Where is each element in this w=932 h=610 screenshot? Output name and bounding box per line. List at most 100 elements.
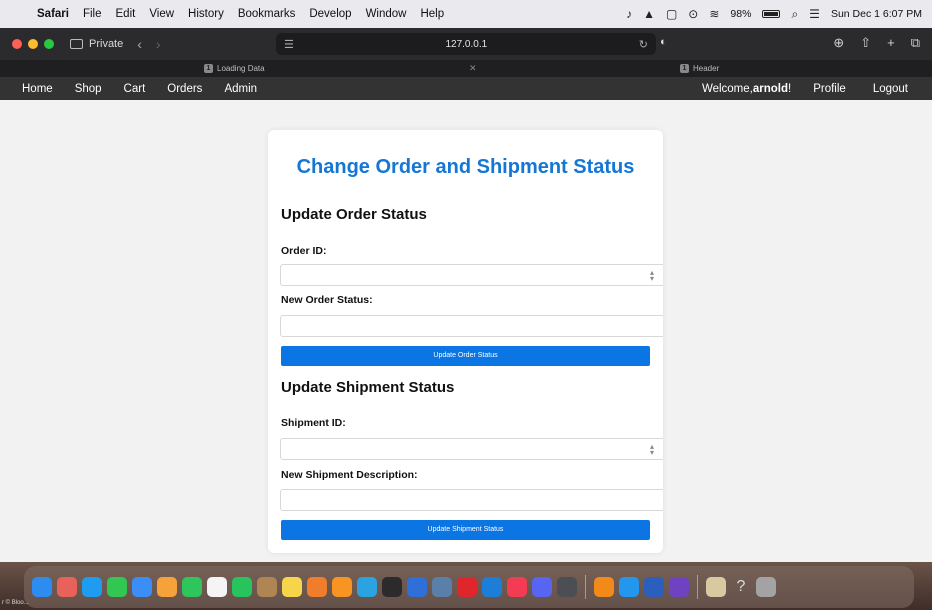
shipment-id-input[interactable]: ▴ ▾ [280, 438, 663, 460]
menu-file[interactable]: File [76, 8, 109, 20]
help-icon[interactable]: ? [731, 577, 751, 597]
nav-cart[interactable]: Cart [113, 83, 157, 95]
preview-icon[interactable] [706, 577, 726, 597]
sublime-icon[interactable] [332, 577, 352, 597]
browser-toolbar: Private ‹ › ☰ 127.0.0.1 ↻ ◐ ⊕ ⇧ + ⧉ [0, 28, 932, 60]
docker-icon[interactable] [619, 577, 639, 597]
chatgpt-icon[interactable] [382, 577, 402, 597]
mail-icon[interactable] [132, 577, 152, 597]
address-url: 127.0.0.1 [445, 38, 488, 50]
menu-safari[interactable]: Safari [30, 8, 76, 20]
battery-percent: 98% [730, 8, 752, 20]
play-icon[interactable]: ⊙ [688, 7, 698, 21]
close-window-button[interactable] [12, 39, 22, 49]
audio-icon[interactable]: ♪ [626, 7, 632, 21]
nav-admin[interactable]: Admin [213, 83, 268, 95]
photos-icon[interactable] [157, 577, 177, 597]
welcome-prefix: Welcome, [701, 82, 753, 95]
update-order-status-button[interactable]: Update Order Status [281, 346, 650, 366]
sidebar-icon [70, 39, 83, 49]
nav-orders[interactable]: Orders [156, 83, 213, 95]
dock-separator [585, 575, 586, 599]
site-navbar: Home Shop Cart Orders Admin Welcome,arno… [0, 77, 932, 100]
vlc-menu-icon[interactable]: ▲ [643, 7, 655, 21]
whatsapp-icon[interactable] [232, 577, 252, 597]
pasta-icon[interactable] [307, 577, 327, 597]
tab-overview-icon[interactable]: ⧉ [911, 35, 920, 51]
privacy-shield-icon[interactable]: ◐ [660, 36, 672, 50]
vlc-icon[interactable] [594, 577, 614, 597]
spotlight-search-icon[interactable]: ⌕ [791, 7, 798, 22]
word-icon[interactable] [644, 577, 664, 597]
order-section-heading: Update Order Status [281, 206, 427, 223]
menu-window[interactable]: Window [359, 8, 414, 20]
menu-help[interactable]: Help [413, 8, 451, 20]
number-stepper-icon[interactable]: ▴ ▾ [650, 269, 654, 283]
screen-mirror-icon[interactable]: ▢ [666, 7, 677, 21]
status-form-card: Change Order and Shipment Status Update … [268, 130, 663, 553]
forward-button[interactable]: › [156, 36, 161, 52]
acrobat-icon[interactable] [457, 577, 477, 597]
order-status-label: New Order Status: [281, 294, 373, 306]
books-icon[interactable] [557, 577, 577, 597]
cursor-icon[interactable] [407, 577, 427, 597]
nav-home[interactable]: Home [0, 83, 64, 95]
tab-bar: 1 Loading Data ✕ 1 Header [0, 60, 932, 77]
control-center-icon[interactable]: ☰ [809, 7, 820, 21]
nav-profile[interactable]: Profile [802, 83, 857, 95]
page-menu-icon[interactable]: ☰ [284, 38, 294, 51]
finder-icon[interactable] [32, 577, 52, 597]
tab-header[interactable]: 1 Header [680, 60, 719, 77]
contacts-icon[interactable] [257, 577, 277, 597]
sidebar-toggle[interactable]: Private [70, 38, 123, 50]
menu-view[interactable]: View [142, 8, 181, 20]
safari-icon[interactable] [82, 577, 102, 597]
tab-favicon: 1 [680, 64, 689, 73]
downloads-icon[interactable]: ⊕ [833, 35, 844, 51]
minimize-window-button[interactable] [28, 39, 38, 49]
trash-icon[interactable] [756, 577, 776, 597]
discord-icon[interactable] [532, 577, 552, 597]
tab-label: Loading Data [217, 64, 265, 73]
address-bar[interactable]: ☰ 127.0.0.1 ↻ [276, 33, 656, 55]
dock: ? [24, 566, 914, 608]
shipment-desc-input[interactable] [280, 489, 663, 511]
menu-edit[interactable]: Edit [109, 8, 143, 20]
music-icon[interactable] [507, 577, 527, 597]
username: arnold [752, 82, 788, 95]
battery-icon[interactable] [762, 10, 781, 18]
menu-develop[interactable]: Develop [302, 8, 358, 20]
back-button[interactable]: ‹ [137, 36, 142, 52]
zoom-window-button[interactable] [44, 39, 54, 49]
close-tab-icon[interactable]: ✕ [469, 63, 477, 74]
vscode-icon[interactable] [482, 577, 502, 597]
order-id-input[interactable]: ▴ ▾ [280, 264, 663, 286]
reload-icon[interactable]: ↻ [639, 38, 648, 51]
new-tab-button[interactable]: + [887, 35, 895, 51]
number-stepper-icon[interactable]: ▴ ▾ [650, 443, 654, 457]
shipment-id-label: Shipment ID: [281, 417, 346, 429]
welcome-message: Welcome,arnold! [691, 83, 802, 95]
menu-bookmarks[interactable]: Bookmarks [231, 8, 303, 20]
share-icon[interactable]: ⇧ [860, 35, 871, 51]
telegram-icon[interactable] [357, 577, 377, 597]
shipment-section-heading: Update Shipment Status [281, 379, 455, 396]
tab-loading-data[interactable]: 1 Loading Data [204, 60, 265, 77]
clock[interactable]: Sun Dec 1 6:07 PM [831, 8, 922, 20]
disk-icon[interactable] [432, 577, 452, 597]
update-shipment-status-button[interactable]: Update Shipment Status [281, 520, 650, 540]
messages-icon[interactable] [107, 577, 127, 597]
nav-logout[interactable]: Logout [857, 83, 932, 95]
calendar-icon[interactable] [207, 577, 227, 597]
launchpad-icon[interactable] [57, 577, 77, 597]
order-status-input[interactable] [280, 315, 663, 337]
nav-shop[interactable]: Shop [64, 83, 113, 95]
menu-history[interactable]: History [181, 8, 231, 20]
notes-icon[interactable] [282, 577, 302, 597]
order-id-label: Order ID: [281, 245, 327, 257]
welcome-suffix: ! [788, 82, 792, 95]
facetime-icon[interactable] [182, 577, 202, 597]
shipment-desc-label: New Shipment Description: [281, 469, 418, 481]
github-icon[interactable] [669, 577, 689, 597]
wifi-icon[interactable]: ≋ [709, 7, 719, 21]
